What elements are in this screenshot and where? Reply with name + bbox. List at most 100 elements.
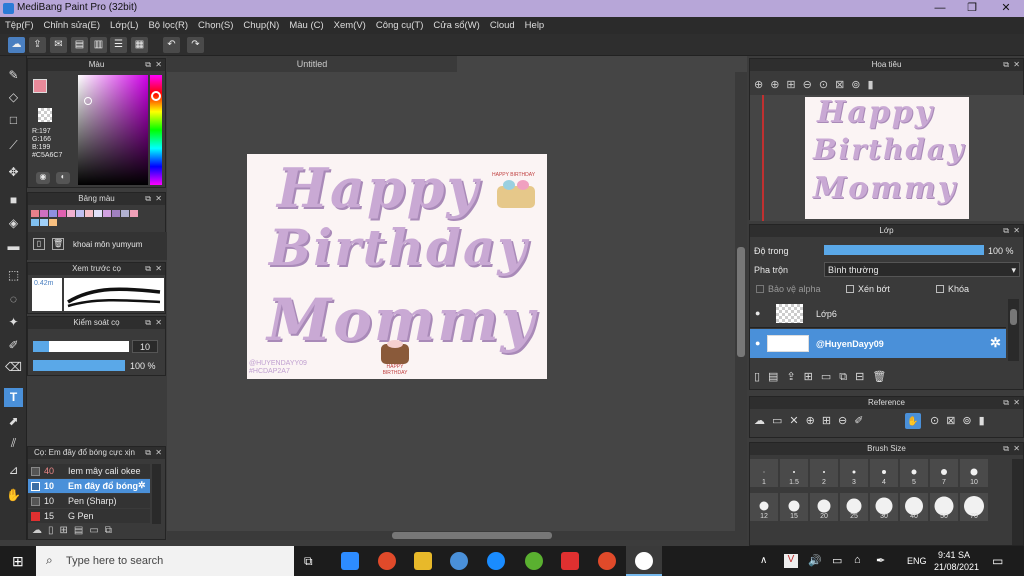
tray-chevron-icon[interactable]: ∧ <box>760 555 767 566</box>
brush-list-item[interactable]: 10 Em đây đổ bóng ✲ <box>28 479 150 493</box>
menu-file[interactable]: Tệp(F) <box>0 17 39 34</box>
menu-cloud[interactable]: Cloud <box>485 17 520 34</box>
brush-size-cell[interactable]: 70 <box>960 493 988 521</box>
fill-rect-tool-icon[interactable]: ■ <box>4 191 23 210</box>
comment-icon[interactable]: ✉ <box>50 37 67 53</box>
menu-select[interactable]: Chọn(S) <box>193 17 238 34</box>
brush-list-scrollbar[interactable] <box>152 464 161 524</box>
panel-close-icon[interactable]: ✕ <box>155 318 162 327</box>
brush-opacity-slider[interactable] <box>33 360 125 371</box>
horizontal-scrollbar[interactable] <box>167 531 747 540</box>
list-icon[interactable]: ☰ <box>110 37 127 53</box>
menu-capture[interactable]: Chụp(N) <box>238 17 284 34</box>
panel-float-icon[interactable]: ⧉ <box>1003 226 1009 236</box>
foreground-color-swatch[interactable] <box>33 79 47 93</box>
brush-size-cell[interactable]: 10 <box>960 459 988 487</box>
layer-scroll-thumb[interactable] <box>1010 309 1017 325</box>
palette-swatch[interactable] <box>130 210 138 217</box>
gradient-tool-icon[interactable]: ▬ <box>4 237 23 256</box>
vertical-scroll-thumb[interactable] <box>737 247 745 357</box>
brush-size-cell[interactable]: 25 <box>840 493 868 521</box>
brush-settings-icon[interactable]: ✲ <box>138 480 146 491</box>
layer-settings-icon[interactable]: ✲ <box>990 335 1001 351</box>
panel-close-icon[interactable]: ✕ <box>1013 226 1020 235</box>
brush-size-cell[interactable]: 7 <box>930 459 958 487</box>
menu-tools[interactable]: Công cụ(T) <box>371 17 429 34</box>
cloud-icon[interactable]: ☁ <box>8 37 25 53</box>
panel-close-icon[interactable]: ✕ <box>1013 444 1020 453</box>
magic-wand-tool-icon[interactable]: ✦ <box>4 313 23 332</box>
palette-swatch[interactable] <box>103 210 111 217</box>
paint-app-icon[interactable] <box>450 552 468 570</box>
notifications-icon[interactable]: ▭ <box>992 554 1003 568</box>
palette-swatch[interactable] <box>40 210 48 217</box>
undo-icon[interactable]: ↶ <box>163 37 180 53</box>
layer-actions[interactable]: ▯▤⇪⊞▭⧉⊟🗑 <box>754 370 894 384</box>
dot-tool-icon[interactable]: ⟋ <box>4 136 23 155</box>
lock-checkbox[interactable] <box>936 285 944 293</box>
clip-checkbox[interactable] <box>846 285 854 293</box>
brush-size-cell[interactable]: 30 <box>870 493 898 521</box>
battery-icon[interactable]: ▭ <box>832 554 842 567</box>
chrome-app-icon[interactable] <box>378 552 396 570</box>
panel-float-icon[interactable]: ⧉ <box>1003 444 1009 454</box>
palette-swatch[interactable] <box>31 219 39 226</box>
shape-tool-icon[interactable]: □ <box>4 111 23 130</box>
layer-row[interactable]: ● Lớp6 <box>750 299 1006 328</box>
windows-start-icon[interactable]: ⊞ <box>12 554 26 568</box>
select-pen-tool-icon[interactable]: ✐ <box>4 336 23 355</box>
speaker-icon[interactable]: 🔊 <box>808 554 822 567</box>
palette-swatch[interactable] <box>112 210 120 217</box>
panel-float-icon[interactable]: ⧉ <box>1003 398 1009 408</box>
panel-close-icon[interactable]: ✕ <box>155 194 162 203</box>
panel-close-icon[interactable]: ✕ <box>155 264 162 273</box>
palette-swatch[interactable] <box>85 210 93 217</box>
panel-float-icon[interactable]: ⧉ <box>145 264 151 274</box>
visibility-eye-icon[interactable]: ● <box>755 338 760 348</box>
document-canvas[interactable]: Happy Birthday Mommy HAPPY BIRTHDAY HAPP… <box>247 154 547 379</box>
palette-swatch[interactable] <box>49 219 57 226</box>
green-app-icon[interactable] <box>525 552 543 570</box>
blend-mode-select[interactable]: Bình thường ▾ <box>824 262 1020 277</box>
menu-edit[interactable]: Chỉnh sửa(E) <box>39 17 106 34</box>
close-button[interactable]: ✕ <box>990 0 1022 17</box>
menu-help[interactable]: Help <box>520 17 550 34</box>
pen-icon[interactable]: ✒ <box>876 554 885 567</box>
chrome-app-icon-2[interactable] <box>598 552 616 570</box>
hue-slider[interactable] <box>150 75 162 185</box>
panel-float-icon[interactable]: ⧉ <box>145 60 151 70</box>
picker-cursor[interactable] <box>84 97 92 105</box>
menu-layer[interactable]: Lớp(L) <box>105 17 143 34</box>
add-palette-icon[interactable]: ▯ <box>33 238 45 250</box>
brush-size-cell[interactable]: 20 <box>810 493 838 521</box>
language-indicator[interactable]: ENG <box>907 556 927 566</box>
menu-window[interactable]: Cửa sổ(W) <box>428 17 484 34</box>
medibang-taskbar-item[interactable] <box>626 546 662 576</box>
zoom-app-icon[interactable] <box>341 552 359 570</box>
brush-size-slider[interactable] <box>33 341 129 352</box>
reference-toolbar[interactable]: ☁▭✕⊕⊞⊖✐ <box>754 414 870 427</box>
move-tool-icon[interactable]: ✥ <box>4 163 23 182</box>
file-explorer-icon[interactable] <box>414 552 432 570</box>
layer-opacity-slider[interactable] <box>824 245 984 255</box>
eyedropper-tool-icon[interactable]: ⊿ <box>4 461 23 480</box>
protect-alpha-checkbox[interactable] <box>756 285 764 293</box>
lasso-tool-icon[interactable]: ◌ <box>4 290 23 309</box>
menu-color[interactable]: Màu (C) <box>284 17 328 34</box>
palette-swatch[interactable] <box>40 219 48 226</box>
brush-size-scrollbar[interactable] <box>1012 459 1023 545</box>
redo-icon[interactable]: ↷ <box>187 37 204 53</box>
panel-float-icon[interactable]: ⧉ <box>145 318 151 328</box>
palette-swatch[interactable] <box>76 210 84 217</box>
panel-close-icon[interactable]: ✕ <box>1013 60 1020 69</box>
brush-list-actions[interactable]: ☁▯⊞▤▭⧉ <box>32 525 118 536</box>
palette-swatch[interactable] <box>94 210 102 217</box>
brush-size-cell[interactable]: 1 <box>750 459 778 487</box>
hand-tool-icon[interactable]: ✋ <box>4 486 23 505</box>
brush-list-item[interactable]: 40 Iem mây cali okee <box>28 464 150 478</box>
divide-tool-icon[interactable]: ⫽ <box>4 434 23 453</box>
horizontal-scroll-thumb[interactable] <box>392 532 552 539</box>
brush-list-item[interactable]: 15 G Pen <box>28 509 150 523</box>
brush-size-cell[interactable]: 15 <box>780 493 808 521</box>
menu-view[interactable]: Xem(V) <box>329 17 371 34</box>
